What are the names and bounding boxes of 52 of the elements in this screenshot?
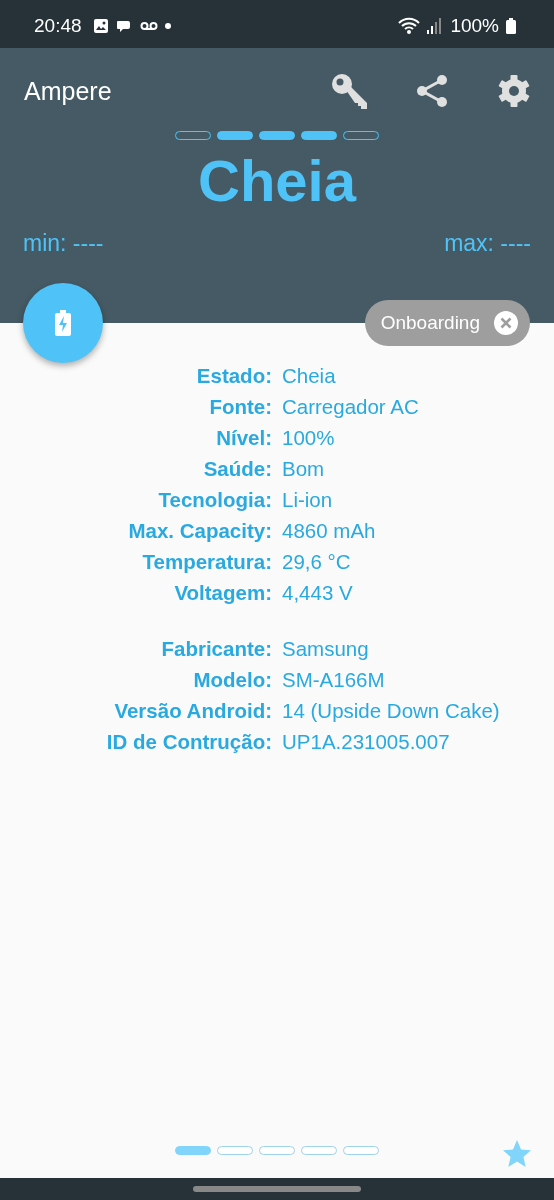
battery-button[interactable]: [23, 283, 103, 363]
page-indicator[interactable]: [343, 1145, 379, 1155]
page-indicator[interactable]: [217, 1145, 253, 1155]
battery-icon: [506, 18, 516, 34]
detail-value: Samsung: [282, 636, 369, 661]
detail-label: Nível:: [216, 425, 272, 450]
image-icon: [92, 18, 109, 34]
detail-value: 4860 mAh: [282, 518, 376, 543]
key-icon[interactable]: [330, 72, 368, 110]
detail-label: Saúde:: [203, 456, 272, 481]
chat-icon: [115, 18, 133, 34]
detail-value: 4,443 V: [282, 580, 353, 605]
page-indicator[interactable]: [301, 1145, 337, 1155]
wifi-icon: [398, 17, 421, 35]
onboarding-chip[interactable]: Onboarding: [364, 300, 530, 346]
star-icon[interactable]: [502, 1140, 532, 1168]
detail-value: SM-A166M: [282, 667, 385, 692]
detail-value: Bom: [282, 456, 325, 481]
voicemail-icon: [139, 21, 158, 31]
battery-percent: 100%: [450, 15, 499, 37]
page-indicator[interactable]: [259, 1145, 295, 1155]
detail-value: Cheia: [282, 363, 336, 388]
charge-state: Cheia: [198, 147, 356, 215]
detail-label: Max. Capacity:: [128, 518, 272, 543]
status-time: 20:48: [34, 15, 82, 37]
detail-label: Fonte:: [209, 394, 272, 419]
detail-value: Carregador AC: [282, 394, 419, 419]
detail-label: Versão Android:: [114, 698, 272, 723]
min-reading: min: ----: [23, 230, 104, 257]
detail-value: 100%: [282, 425, 335, 450]
share-icon[interactable]: [414, 73, 450, 109]
close-icon[interactable]: [494, 311, 518, 335]
max-reading: max: ----: [444, 230, 531, 257]
signal-icon: [427, 18, 442, 34]
detail-label: Temperatura:: [142, 549, 272, 574]
detail-label: Fabricante:: [161, 636, 272, 661]
detail-value: Li-ion: [282, 487, 333, 512]
detail-value: 14 (Upside Down Cake): [282, 698, 500, 723]
detail-label: Modelo:: [193, 667, 272, 692]
chip-label: Onboarding: [380, 312, 480, 334]
detail-value: UP1A.231005.007: [282, 729, 450, 754]
settings-icon[interactable]: [496, 73, 532, 109]
dot-icon: [164, 23, 171, 29]
detail-value: 29,6 °C: [282, 549, 351, 574]
battery-charging-icon: [54, 310, 72, 336]
home-handle[interactable]: [193, 1186, 361, 1192]
detail-label: ID de Contrução:: [106, 729, 272, 754]
detail-label: Voltagem:: [174, 580, 272, 605]
detail-label: Tecnologia:: [158, 487, 272, 512]
app-title: Ampere: [24, 76, 112, 106]
page-indicator[interactable]: [175, 1145, 211, 1155]
detail-label: Estado:: [196, 363, 272, 388]
